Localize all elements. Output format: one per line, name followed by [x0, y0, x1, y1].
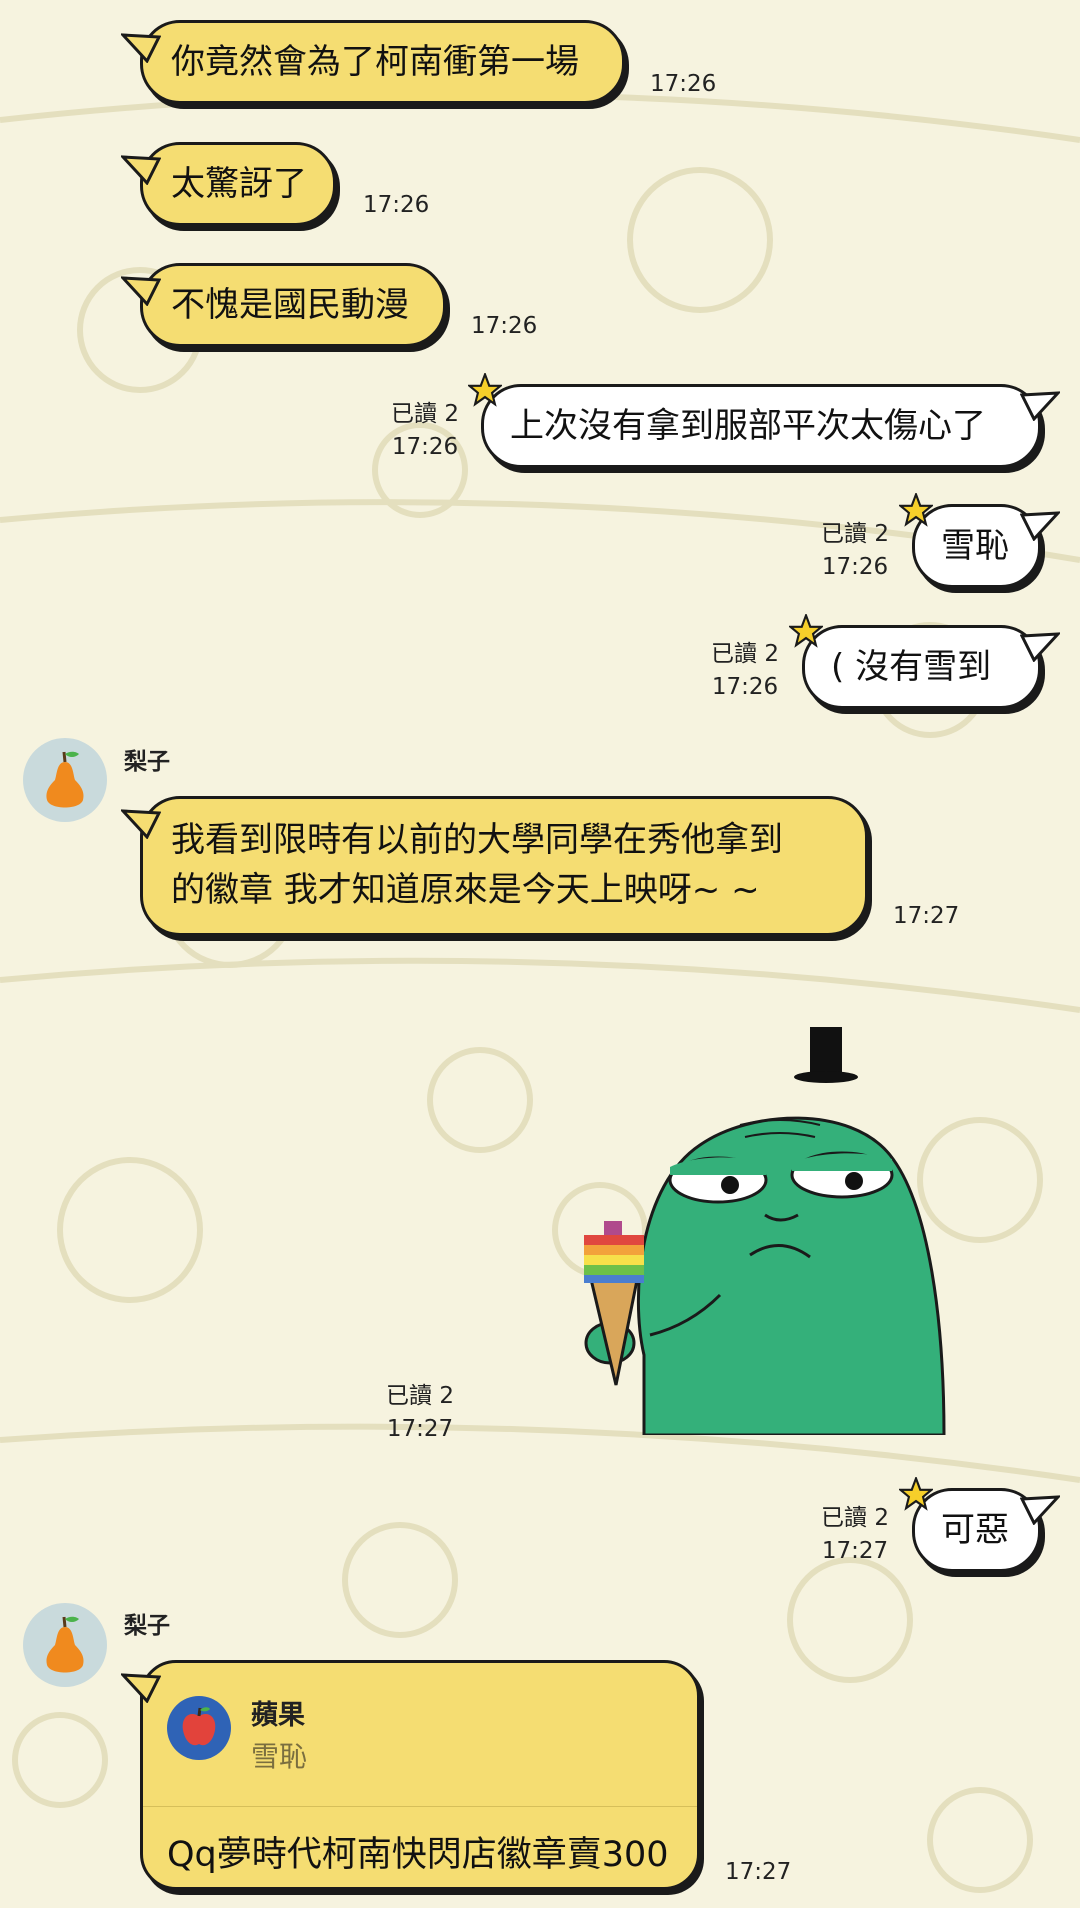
- read-status: 已讀 2: [391, 401, 459, 427]
- message-time: 17:27: [725, 1859, 792, 1885]
- star-icon: [468, 373, 502, 407]
- message-text: 不愧是國民動漫: [171, 285, 409, 325]
- read-receipt: 已讀 2 17:27: [815, 1502, 895, 1568]
- sender-name: 梨子: [124, 749, 170, 775]
- message-text: 上次沒有拿到服部平次太傷心了: [510, 406, 986, 446]
- read-status: 已讀 2: [821, 1505, 889, 1531]
- message-time: 17:26: [821, 554, 889, 580]
- apple-icon: [182, 1707, 216, 1746]
- read-status: 已讀 2: [711, 641, 779, 667]
- bubble-tail: [121, 809, 161, 839]
- quoted-sender-name: 蘋果: [251, 1700, 305, 1731]
- message-time: 17:26: [363, 192, 430, 218]
- message-text: 雪恥: [941, 526, 1009, 566]
- message-time: 17:26: [471, 313, 538, 339]
- message-time: 17:27: [386, 1416, 454, 1442]
- quoted-text: 雪恥: [251, 1740, 308, 1773]
- message-text: 你竟然會為了柯南衝第一場: [171, 42, 579, 82]
- message-text: 太驚訝了: [171, 164, 307, 204]
- message-time: 17:26: [650, 71, 717, 97]
- message-text: ( 沒有雪到: [831, 647, 992, 687]
- message-time: 17:27: [893, 903, 960, 929]
- read-status: 已讀 2: [821, 521, 889, 547]
- message-time: 17:26: [711, 674, 779, 700]
- message-time: 17:27: [821, 1538, 889, 1564]
- star-icon: [789, 614, 823, 648]
- bubble-tail: [1020, 1495, 1060, 1525]
- reply-message-bubble[interactable]: 蘋果 雪恥 Qq夢時代柯南快閃店徽章賣300: [121, 1660, 700, 1890]
- bubble-tail: [1020, 632, 1060, 662]
- star-icon: [899, 493, 933, 527]
- bubble-tail: [121, 155, 161, 185]
- read-receipt: 已讀 2 17:26: [385, 398, 465, 464]
- message-bubble[interactable]: ( 沒有雪到: [789, 614, 1060, 709]
- message-bubble[interactable]: 不愧是國民動漫: [121, 263, 446, 347]
- message-bubble[interactable]: 你竟然會為了柯南衝第一場: [121, 20, 625, 104]
- message-time: 17:26: [391, 434, 459, 460]
- sender-name: 梨子: [124, 1613, 170, 1639]
- read-receipt: 已讀 2 17:26: [815, 518, 895, 584]
- message-bubble[interactable]: 我看到限時有以前的大學同學在秀他拿到 的徽章 我才知道原來是今天上映呀~ ~: [121, 796, 868, 936]
- message-bubble[interactable]: 可惡: [899, 1477, 1060, 1572]
- bubble-tail: [121, 276, 161, 306]
- bubble-tail: [1020, 391, 1060, 421]
- message-text-line: 我看到限時有以前的大學同學在秀他拿到: [171, 820, 783, 860]
- message-text-line: 的徽章 我才知道原來是今天上映呀~ ~: [171, 870, 760, 910]
- star-icon: [899, 1477, 933, 1511]
- message-text: Qq夢時代柯南快閃店徽章賣300: [167, 1835, 669, 1875]
- message-bubble[interactable]: 雪恥: [899, 493, 1060, 588]
- message-text: 可惡: [941, 1510, 1009, 1550]
- avatar[interactable]: [23, 1603, 107, 1687]
- read-receipt: 已讀 2 17:27: [380, 1380, 460, 1446]
- read-receipt: 已讀 2 17:26: [705, 638, 785, 704]
- bubble-tail: [1020, 511, 1060, 541]
- read-status: 已讀 2: [386, 1383, 454, 1409]
- pear-icon: [46, 1616, 84, 1673]
- pear-icon: [46, 751, 84, 808]
- avatar[interactable]: [23, 738, 107, 822]
- message-bubble[interactable]: 上次沒有拿到服部平次太傷心了: [468, 373, 1060, 468]
- quoted-message[interactable]: 蘋果 雪恥: [143, 1663, 697, 1807]
- green-monster-ice-cream-sticker[interactable]: [570, 1025, 960, 1435]
- message-bubble[interactable]: 太驚訝了: [121, 142, 336, 226]
- bubble-tail: [121, 33, 161, 63]
- quoted-avatar: [167, 1696, 231, 1760]
